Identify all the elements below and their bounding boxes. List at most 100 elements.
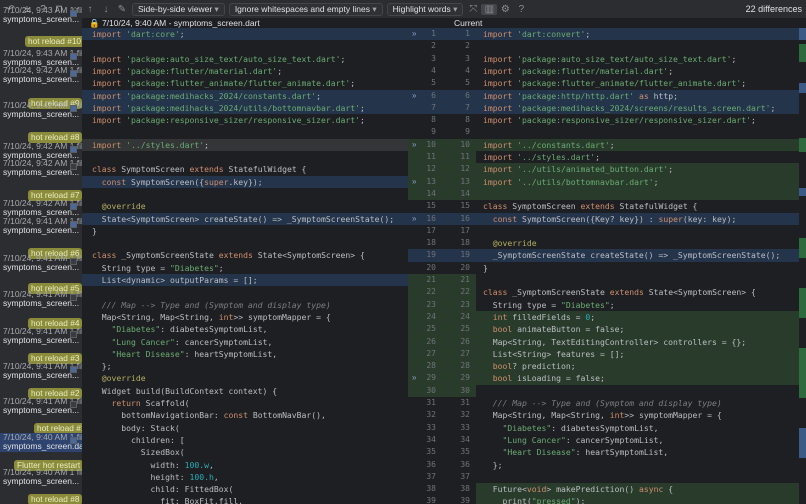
code-line[interactable]: @override [483,237,537,249]
code-line[interactable]: String type = "Diabetes"; [92,262,224,274]
side-by-side-toggle-icon[interactable]: ▥ [481,3,498,15]
left-line-number: 39 [426,496,436,504]
whitespace-dropdown[interactable]: Ignore whitespaces and empty lines [228,2,383,16]
arrow-down-icon[interactable]: ↓ [98,4,114,15]
diff-scrollbar[interactable] [799,28,806,504]
left-line-number: 16 [426,213,436,223]
edit-icon[interactable]: ✎ [114,4,130,15]
left-line-number: 21 [426,275,436,284]
code-line[interactable]: bool? prediction; [483,360,576,372]
code-line[interactable]: class SymptomScreen extends StatefulWidg… [483,200,697,212]
code-line[interactable]: import 'package:medihacks_2024/utils/bot… [92,102,365,114]
code-line[interactable]: body: Stack( [92,422,179,434]
code-line[interactable]: import '../constants.dart'; [483,139,615,151]
code-line[interactable]: import 'package:flutter/material.dart'; [483,65,673,77]
code-line[interactable]: "Lung Cancer": cancerSymptomList, [92,336,273,348]
apply-change-icon[interactable]: » [412,90,416,102]
viewer-dropdown[interactable]: Side-by-side viewer [132,2,225,16]
code-line[interactable]: SizedBox( [92,446,185,458]
diff-gutter: 1 2 3 4 5 6 7 8 9 10 11 12 13 14 15 16 17 18 19 20 21 22 23 24 2… [408,28,476,504]
code-line[interactable]: class _SymptomScreenState extends State<… [483,286,756,298]
code-line[interactable]: fit: BoxFit.fill, [92,495,243,504]
code-line[interactable]: class _SymptomScreenState extends State<… [92,249,365,261]
arrow-up-icon[interactable]: ↑ [82,4,98,15]
code-line[interactable]: bool animateButton = false; [483,323,625,335]
change-marker-icon [70,203,77,210]
code-line[interactable]: /// Map --> Type and (Symptom and displa… [92,299,331,311]
code-line[interactable]: return Scaffold( [92,397,190,409]
code-line[interactable]: Map<String, TextEditingController> contr… [483,336,746,348]
code-line[interactable]: Widget build(BuildContext context) { [92,385,277,397]
code-line[interactable]: @override [92,372,146,384]
code-line[interactable]: import 'dart:core'; [92,28,185,40]
code-line[interactable]: import 'package:medihacks_2024/constants… [92,90,321,102]
history-entry-file: symptoms_screen... [3,476,80,486]
code-line[interactable]: "Lung Cancer": cancerSymptomList, [483,434,664,446]
help-icon[interactable]: ? [513,4,529,15]
code-line[interactable]: }; [92,360,112,372]
code-line[interactable]: import 'package:auto_size_text/auto_size… [483,53,736,65]
code-line[interactable]: import '../utils/bottomnavbar.dart'; [483,176,658,188]
code-line[interactable]: import 'package:auto_size_text/auto_size… [92,53,345,65]
left-editor-pane[interactable]: import 'dart:core'; import 'package:auto_… [82,28,408,504]
code-line[interactable]: import 'package:http/http.dart' as http; [483,90,678,102]
collapse-unchanged-icon[interactable]: ⤧ [465,4,481,15]
code-line[interactable]: Map<String, Map<String, int>> symptomMap… [92,311,331,323]
code-line[interactable]: List<String> features = []; [483,348,625,360]
code-line[interactable]: import 'package:medihacks_2024/screens/r… [483,102,775,114]
code-line[interactable]: } [483,262,488,274]
right-editor-pane[interactable]: import 'dart:convert'; import 'package:au… [476,28,806,504]
code-line[interactable]: bottomNavigationBar: const BottomNavBar(… [92,409,326,421]
history-entry[interactable]: 7/10/24, 9:40 AM 1 file symptoms_screen..… [0,468,82,487]
code-line[interactable]: import 'dart:convert'; [483,28,590,40]
right-line-number: 21 [460,275,470,284]
code-line[interactable]: }; [483,459,503,471]
code-line[interactable]: _SymptomScreenState createState() => _Sy… [483,249,781,261]
left-line-number: 8 [431,115,436,125]
code-line[interactable]: Future<void> makePrediction() async { [483,483,673,495]
left-line-number: 3 [431,53,436,63]
code-line[interactable]: import '../styles.dart'; [92,139,209,151]
apply-change-icon[interactable]: » [412,176,416,188]
code-line[interactable]: Map<String, Map<String, int>> symptomMap… [483,409,722,421]
code-line[interactable]: import 'package:flutter_animate/flutter_… [483,77,746,89]
code-line[interactable]: height: 100.h, [92,471,218,483]
code-line[interactable]: const SymptomScreen({super.key}); [92,176,263,188]
right-line-number: 11 [460,152,470,161]
left-line-number: 4 [431,65,436,75]
right-line-number: 14 [460,188,470,198]
code-line[interactable]: "Heart Disease": heartSymptomList, [483,446,669,458]
code-line[interactable]: } [92,225,97,237]
apply-change-icon[interactable]: » [412,213,416,225]
code-line[interactable]: int filledFields = 0; [483,311,595,323]
code-line[interactable]: String type = "Diabetes"; [483,299,615,311]
highlight-dropdown[interactable]: Highlight words [386,2,464,16]
code-line[interactable]: import 'package:flutter_animate/flutter_… [92,77,355,89]
code-line[interactable]: print("pressed"); [483,495,585,504]
code-line[interactable]: const SymptomScreen({Key? key}) : super(… [483,213,737,225]
code-line[interactable]: import '../styles.dart'; [483,151,600,163]
code-line[interactable]: import '../utils/animated_button.dart'; [483,163,673,175]
code-line[interactable]: children: [ [92,434,185,446]
left-line-number: 33 [426,422,436,432]
apply-change-icon[interactable]: » [412,139,416,151]
code-line[interactable]: bool isLoading = false; [483,372,605,384]
code-line[interactable]: width: 100.w, [92,459,213,471]
code-line[interactable]: class SymptomScreen extends StatefulWidg… [92,163,306,175]
right-line-number: 6 [465,90,470,100]
code-line[interactable]: State<SymptomScreen> createState() => _S… [92,213,394,225]
code-line[interactable]: "Heart Disease": heartSymptomList, [92,348,278,360]
settings-icon[interactable]: ⚙ [497,4,513,15]
apply-change-icon[interactable]: » [412,372,416,384]
code-line[interactable]: List<dynamic> outputParams = []; [92,274,258,286]
code-line[interactable]: import 'package:responsive_sizer/respons… [92,114,365,126]
code-line[interactable]: @override [92,200,146,212]
right-line-number: 7 [465,102,470,112]
apply-change-icon[interactable]: » [412,28,416,40]
code-line[interactable]: import 'package:responsive_sizer/respons… [483,114,756,126]
code-line[interactable]: /// Map --> Type and (Symptom and displa… [483,397,722,409]
code-line[interactable]: "Diabetes": diabetesSymptomList, [92,323,268,335]
code-line[interactable]: child: FittedBox( [92,483,233,495]
code-line[interactable]: import 'package:flutter/material.dart'; [92,65,282,77]
code-line[interactable]: "Diabetes": diabetesSymptomList, [483,422,659,434]
